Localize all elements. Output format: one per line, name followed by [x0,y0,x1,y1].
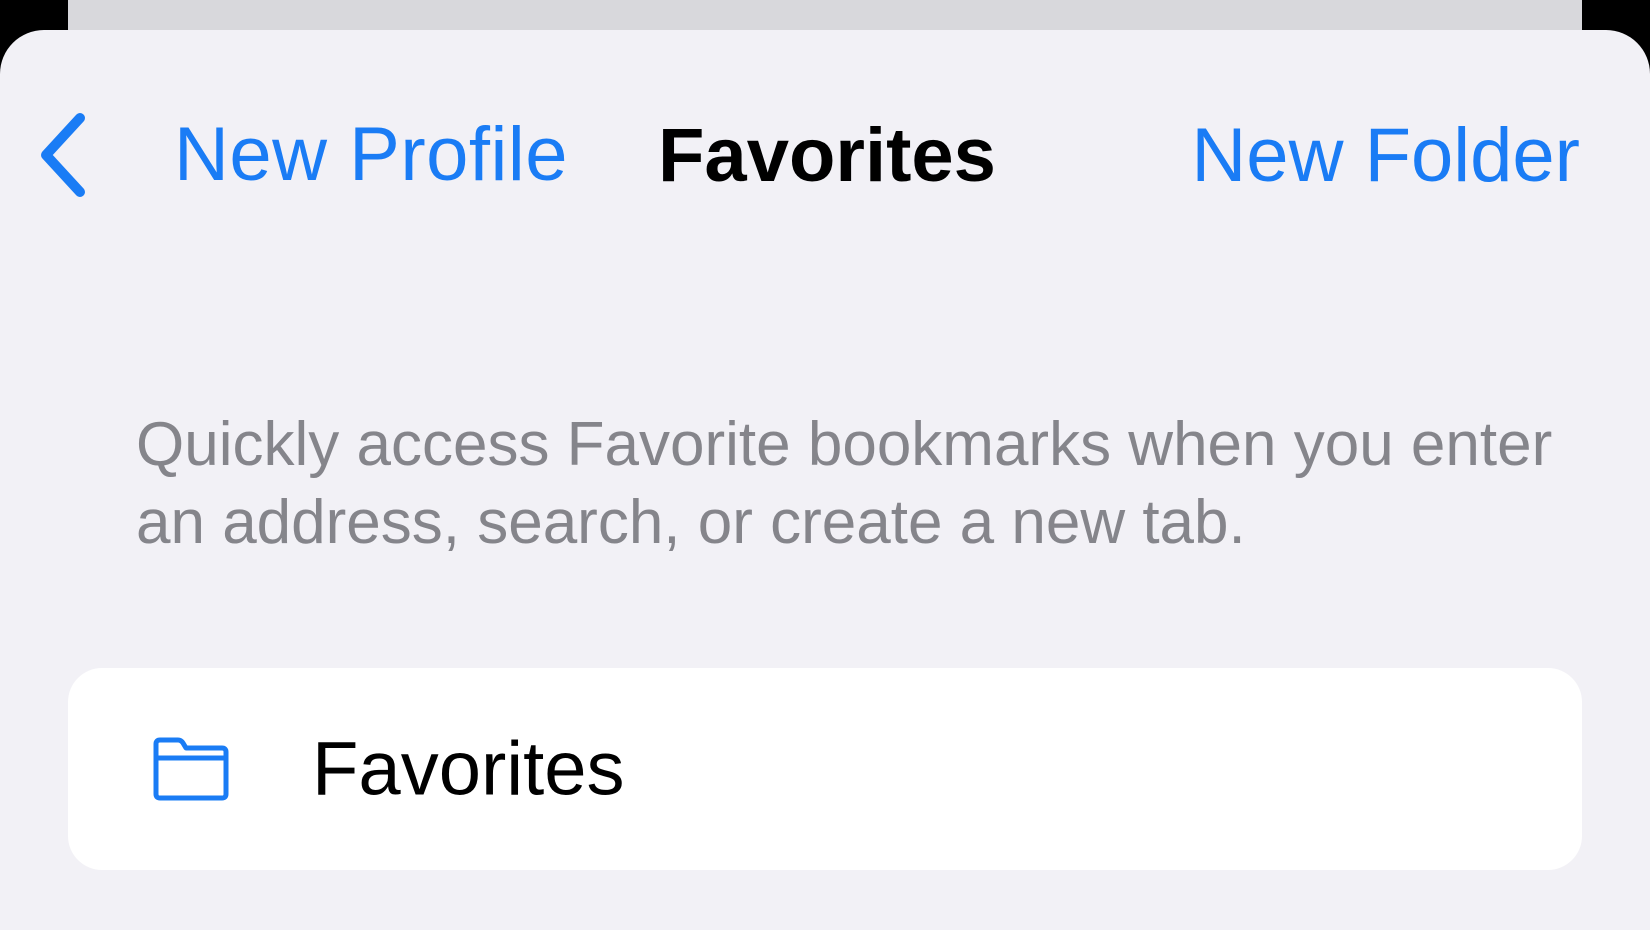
favorites-sheet: New Profile Favorites New Folder Quickly… [0,30,1650,930]
list-item-label: Favorites [312,726,625,812]
folder-list: Favorites [68,668,1582,870]
chevron-left-icon [36,109,94,201]
folder-icon [150,736,232,802]
page-title: Favorites [658,112,996,198]
new-folder-button[interactable]: New Folder [1191,100,1580,210]
section-description: Quickly access Favorite bookmarks when y… [136,410,1553,557]
back-button[interactable]: New Profile [36,100,568,210]
list-item-favorites[interactable]: Favorites [68,668,1582,870]
back-button-label: New Profile [174,112,569,197]
